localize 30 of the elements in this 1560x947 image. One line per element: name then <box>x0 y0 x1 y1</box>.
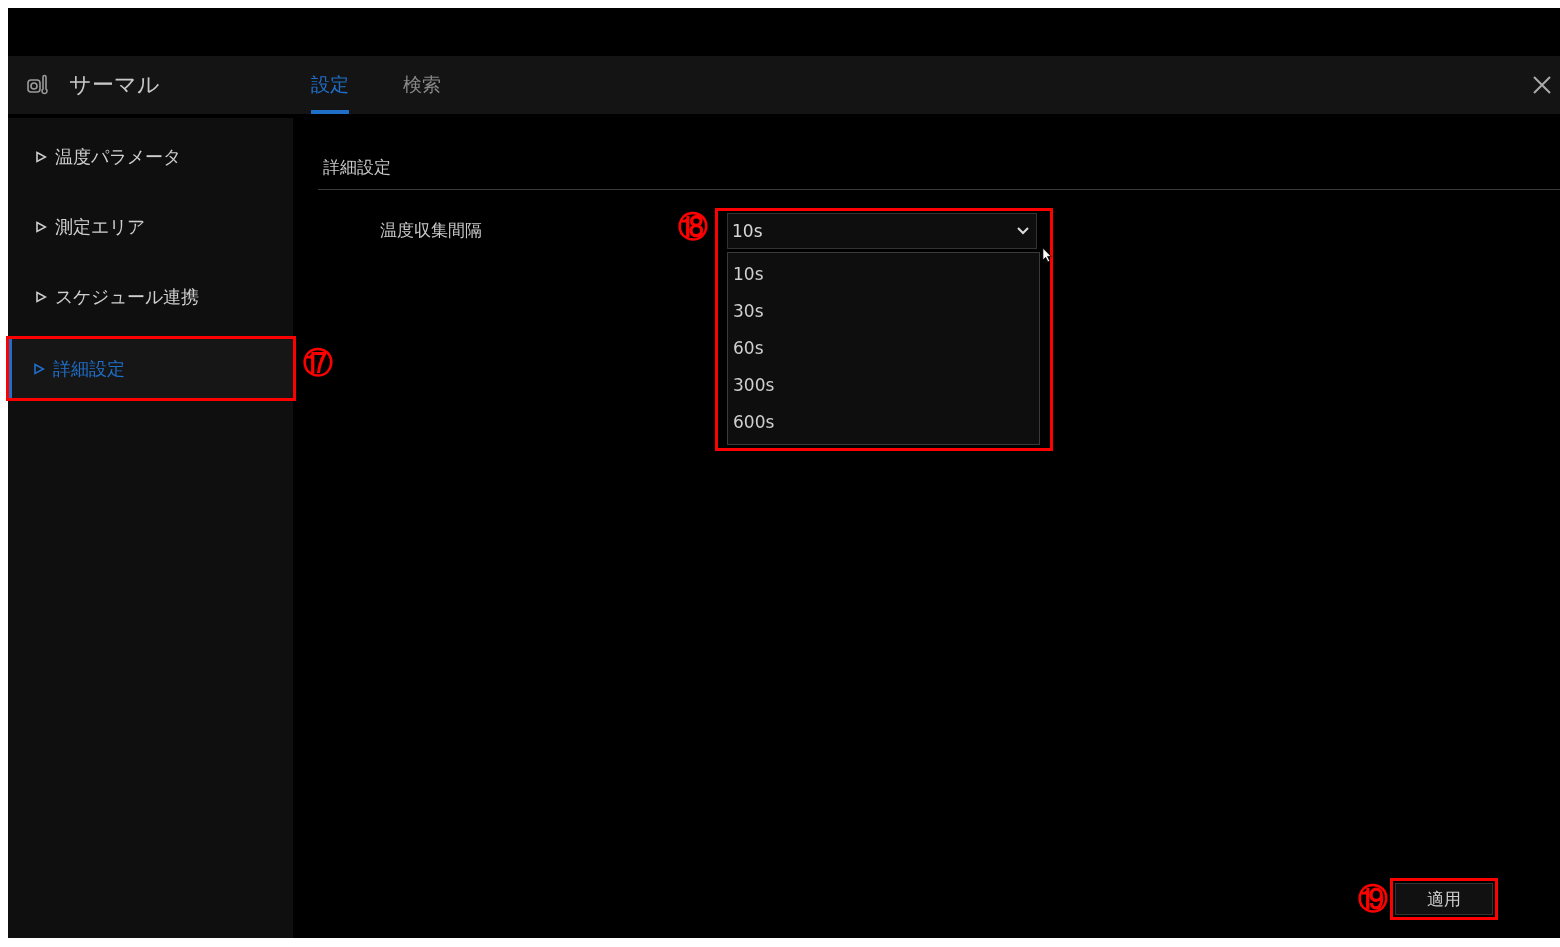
dropdown-option[interactable]: 30s <box>728 292 1039 329</box>
sidebar-label: 温度パラメータ <box>55 145 181 169</box>
window-title: サーマル <box>69 71 161 99</box>
dropdown-option[interactable]: 10s <box>728 255 1039 292</box>
annotation-number: ⑱ <box>678 212 709 242</box>
dropdown-option[interactable]: 60s <box>728 329 1039 366</box>
annotation-number: ⑰ <box>303 348 333 378</box>
triangle-icon <box>35 221 47 233</box>
sidebar-item[interactable]: 測定エリア <box>8 196 293 258</box>
triangle-icon <box>35 151 47 163</box>
dropdown-option[interactable]: 300s <box>728 366 1039 403</box>
triangle-icon <box>33 362 45 375</box>
thermometer-icon <box>27 74 49 96</box>
tab[interactable]: 検索 <box>403 56 441 114</box>
interval-dropdown[interactable]: 10s <box>727 213 1037 249</box>
section-title: 詳細設定 <box>318 156 1560 190</box>
triangle-icon <box>35 291 47 303</box>
annotation-number: ⑲ <box>1358 884 1388 914</box>
chevron-icon <box>1016 226 1030 236</box>
close-icon[interactable] <box>1532 75 1552 95</box>
sidebar-item[interactable]: スケジュール連携 <box>8 266 293 328</box>
sidebar-label: 詳細設定 <box>53 356 125 381</box>
cursor-icon <box>1042 247 1053 264</box>
sidebar-item[interactable]: 温度パラメータ <box>8 126 293 188</box>
sidebar-label: 測定エリア <box>55 215 145 239</box>
field-label: 温度収集間隔 <box>380 219 483 242</box>
sidebar-label: スケジュール連携 <box>55 285 199 309</box>
dropdown-option[interactable]: 600s <box>728 403 1039 440</box>
sidebar-item[interactable]: 詳細設定 <box>9 339 293 398</box>
apply-button[interactable]: 適用 <box>1395 883 1493 915</box>
